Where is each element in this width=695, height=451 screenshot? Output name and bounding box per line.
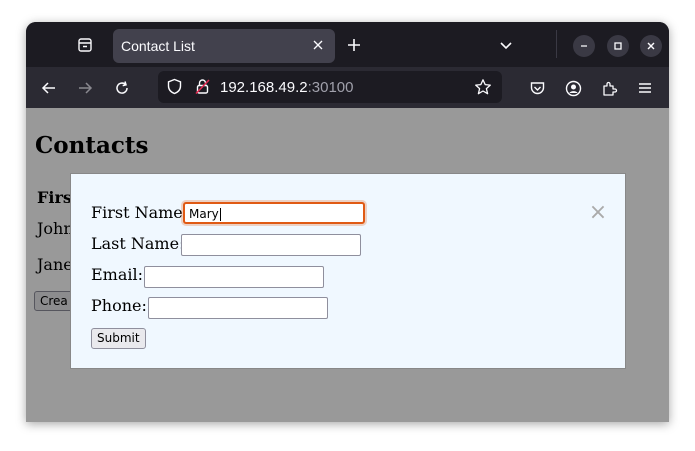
- back-arrow-icon[interactable]: [38, 77, 60, 99]
- browser-window: Contact List 192.168.49.2:30100 Contacts…: [26, 22, 669, 422]
- text-caret: [219, 208, 221, 221]
- tab-overview-icon[interactable]: [74, 34, 96, 56]
- url-port: :30100: [307, 79, 354, 96]
- last-name-label: Last Name:: [91, 234, 185, 253]
- minimize-icon[interactable]: [573, 35, 595, 57]
- first-name-field[interactable]: Mary: [183, 202, 365, 224]
- tab-close-icon[interactable]: [309, 36, 327, 54]
- shield-icon[interactable]: [166, 78, 183, 99]
- chevron-down-icon[interactable]: [496, 35, 516, 55]
- last-name-field[interactable]: [181, 234, 361, 256]
- forward-arrow-icon[interactable]: [74, 77, 96, 99]
- url-host: 192.168.49.2: [220, 79, 308, 96]
- email-label: Email:: [91, 265, 144, 284]
- pocket-icon[interactable]: [526, 77, 548, 99]
- close-icon[interactable]: ×: [588, 200, 608, 225]
- email-field[interactable]: [144, 266, 324, 288]
- bookmark-star-icon[interactable]: [474, 78, 492, 100]
- tab-title: Contact List: [121, 38, 195, 54]
- tab-contact-list[interactable]: Contact List: [113, 29, 335, 63]
- new-tab-icon[interactable]: [344, 35, 364, 55]
- first-name-value: Mary: [189, 207, 219, 221]
- submit-button[interactable]: Submit: [91, 328, 146, 349]
- account-icon[interactable]: [562, 77, 584, 99]
- insecure-lock-icon[interactable]: [194, 78, 211, 99]
- reload-icon[interactable]: [111, 77, 133, 99]
- first-name-label: First Name:: [91, 203, 189, 222]
- phone-field[interactable]: [148, 297, 328, 319]
- menu-icon[interactable]: [634, 77, 656, 99]
- contact-form-modal: × First Name: Mary Last Name: Email: Pho…: [70, 173, 626, 369]
- close-window-icon[interactable]: [640, 35, 662, 57]
- extensions-icon[interactable]: [598, 77, 620, 99]
- maximize-icon[interactable]: [607, 35, 629, 57]
- navigation-toolbar: 192.168.49.2:30100: [26, 67, 669, 108]
- page-content: Contacts Firs John Jane Crea × First Nam…: [26, 108, 669, 422]
- url-text: 192.168.49.2:30100: [220, 79, 353, 96]
- tabstrip-separator: [556, 30, 557, 58]
- url-bar[interactable]: 192.168.49.2:30100: [158, 71, 502, 103]
- tab-strip: Contact List: [26, 22, 669, 67]
- phone-label: Phone:: [91, 296, 147, 315]
